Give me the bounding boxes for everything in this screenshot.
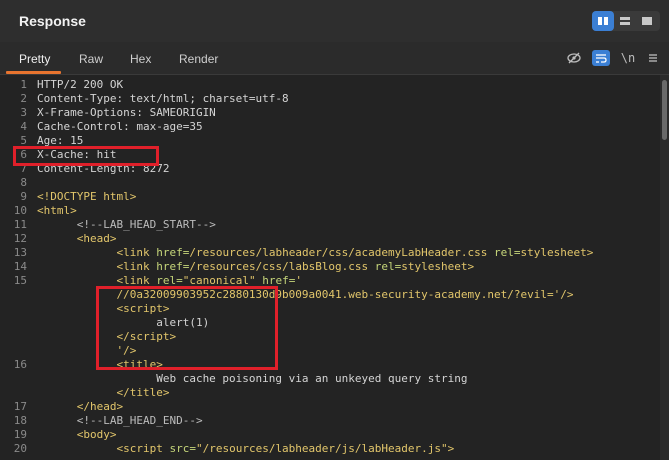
code-text: <link href=/resources/css/labsBlog.css r… xyxy=(116,260,475,273)
hamburger-icon xyxy=(649,54,657,62)
code-line: 2 Content-Type: text/html; charset=utf-8 xyxy=(0,92,660,106)
tab-render[interactable]: Render xyxy=(179,52,218,66)
word-wrap-button[interactable] xyxy=(592,50,610,66)
line-number: 2 xyxy=(20,92,27,105)
vertical-scrollbar[interactable] xyxy=(660,75,669,460)
panel-title: Response xyxy=(19,13,86,29)
code-text: <html> xyxy=(37,204,77,217)
newline-toggle-button[interactable]: \n xyxy=(619,50,637,66)
code-text: <!--LAB_HEAD_END--> xyxy=(76,414,203,427)
line-number: 9 xyxy=(20,190,27,203)
highlight-box-payload xyxy=(96,286,278,370)
code-line: 17 </head> xyxy=(0,400,660,414)
line-number: 17 xyxy=(13,400,27,413)
view-tabs: Pretty Raw Hex Render \n xyxy=(0,42,669,75)
line-number: 10 xyxy=(13,204,27,217)
line-number: 20 xyxy=(13,442,27,455)
columns-icon xyxy=(598,17,608,25)
code-line: 12 <head> xyxy=(0,232,660,246)
line-number: 4 xyxy=(20,120,27,133)
layout-split-horizontal-button[interactable] xyxy=(614,11,636,31)
line-number: 16 xyxy=(13,358,27,371)
active-tab-indicator xyxy=(6,71,61,74)
line-number: 13 xyxy=(13,246,27,259)
tab-pretty[interactable]: Pretty xyxy=(19,52,50,66)
line-number: 19 xyxy=(13,428,27,441)
line-number: 1 xyxy=(20,78,27,91)
code-text: X-Frame-Options: SAMEORIGIN xyxy=(37,106,216,119)
line-number: 18 xyxy=(13,414,27,427)
code-line: 10 <html> xyxy=(0,204,660,218)
panel-header: Response xyxy=(0,0,669,42)
code-line: 20 <script src="/resources/labheader/js/… xyxy=(0,442,660,456)
layout-toggle-group xyxy=(592,11,660,31)
line-number: 3 xyxy=(20,106,27,119)
highlight-box-xcache xyxy=(13,146,159,166)
eye-slash-icon xyxy=(567,52,581,64)
code-line: Web cache poisoning via an unkeyed query… xyxy=(0,372,660,386)
code-text: <body> xyxy=(76,428,117,441)
response-editor[interactable]: 1 HTTP/2 200 OK 2 Content-Type: text/html; … xyxy=(0,75,660,460)
line-number: 15 xyxy=(13,274,27,287)
code-line: 4 Cache-Control: max-age=35 xyxy=(0,120,660,134)
tab-raw[interactable]: Raw xyxy=(79,52,103,66)
code-text: </title> xyxy=(116,386,170,399)
scrollbar-thumb[interactable] xyxy=(662,80,667,140)
code-line: 13 <link href=/resources/labheader/css/a… xyxy=(0,246,660,260)
code-line: </title> xyxy=(0,386,660,400)
code-line: 18 <!--LAB_HEAD_END--> xyxy=(0,414,660,428)
code-line: 11 <!--LAB_HEAD_START--> xyxy=(0,218,660,232)
layout-single-button[interactable] xyxy=(636,11,658,31)
code-text: HTTP/2 200 OK xyxy=(37,78,124,91)
code-text: <!--LAB_HEAD_START--> xyxy=(76,218,216,231)
code-line: 19 <body> xyxy=(0,428,660,442)
line-number: 12 xyxy=(13,232,27,245)
code-line: 3 X-Frame-Options: SAMEORIGIN xyxy=(0,106,660,120)
code-line: 9 <!DOCTYPE html> xyxy=(0,190,660,204)
menu-button[interactable] xyxy=(644,50,662,66)
single-pane-icon xyxy=(642,17,652,25)
code-text: <!DOCTYPE html> xyxy=(37,190,137,203)
tab-hex[interactable]: Hex xyxy=(130,52,151,66)
line-number: 14 xyxy=(13,260,27,273)
code-line: 14 <link href=/resources/css/labsBlog.cs… xyxy=(0,260,660,274)
code-text: </head> xyxy=(76,400,124,413)
code-text: <script src="/resources/labheader/js/lab… xyxy=(116,442,455,455)
code-text: Cache-Control: max-age=35 xyxy=(37,120,203,133)
code-line: 8 xyxy=(0,176,660,190)
line-number: 8 xyxy=(20,176,27,189)
hide-eye-button[interactable] xyxy=(565,50,583,66)
code-line: 1 HTTP/2 200 OK xyxy=(0,78,660,92)
code-text: Content-Type: text/html; charset=utf-8 xyxy=(37,92,289,105)
code-text: Web cache poisoning via an unkeyed query… xyxy=(37,372,468,385)
rows-icon xyxy=(620,17,630,25)
code-line xyxy=(0,456,660,460)
code-text: <link href=/resources/labheader/css/acad… xyxy=(116,246,594,259)
layout-split-vertical-button[interactable] xyxy=(592,11,614,31)
code-text: <head> xyxy=(76,232,117,245)
line-number: 11 xyxy=(13,218,27,231)
wrap-icon xyxy=(596,54,607,63)
